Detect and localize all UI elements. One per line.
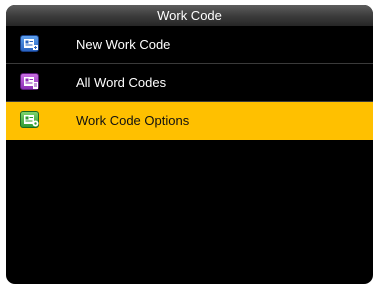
all-work-codes-icon <box>20 73 39 90</box>
menu-list: New Work Code All Word Codes Work Code O… <box>6 26 373 140</box>
menu-item-label: Work Code Options <box>76 113 190 128</box>
menu-item-new-work-code[interactable]: New Work Code <box>6 26 373 64</box>
device-screen: Work Code New Work Code All Word Codes W… <box>6 5 373 284</box>
page-title: Work Code <box>6 5 373 26</box>
menu-item-label: All Word Codes <box>76 75 167 90</box>
new-work-code-icon <box>20 35 39 52</box>
menu-item-all-work-codes[interactable]: All Word Codes <box>6 64 373 102</box>
work-code-options-icon <box>20 111 39 128</box>
menu-item-label: New Work Code <box>76 37 171 52</box>
menu-item-work-code-options[interactable]: Work Code Options <box>6 102 373 140</box>
